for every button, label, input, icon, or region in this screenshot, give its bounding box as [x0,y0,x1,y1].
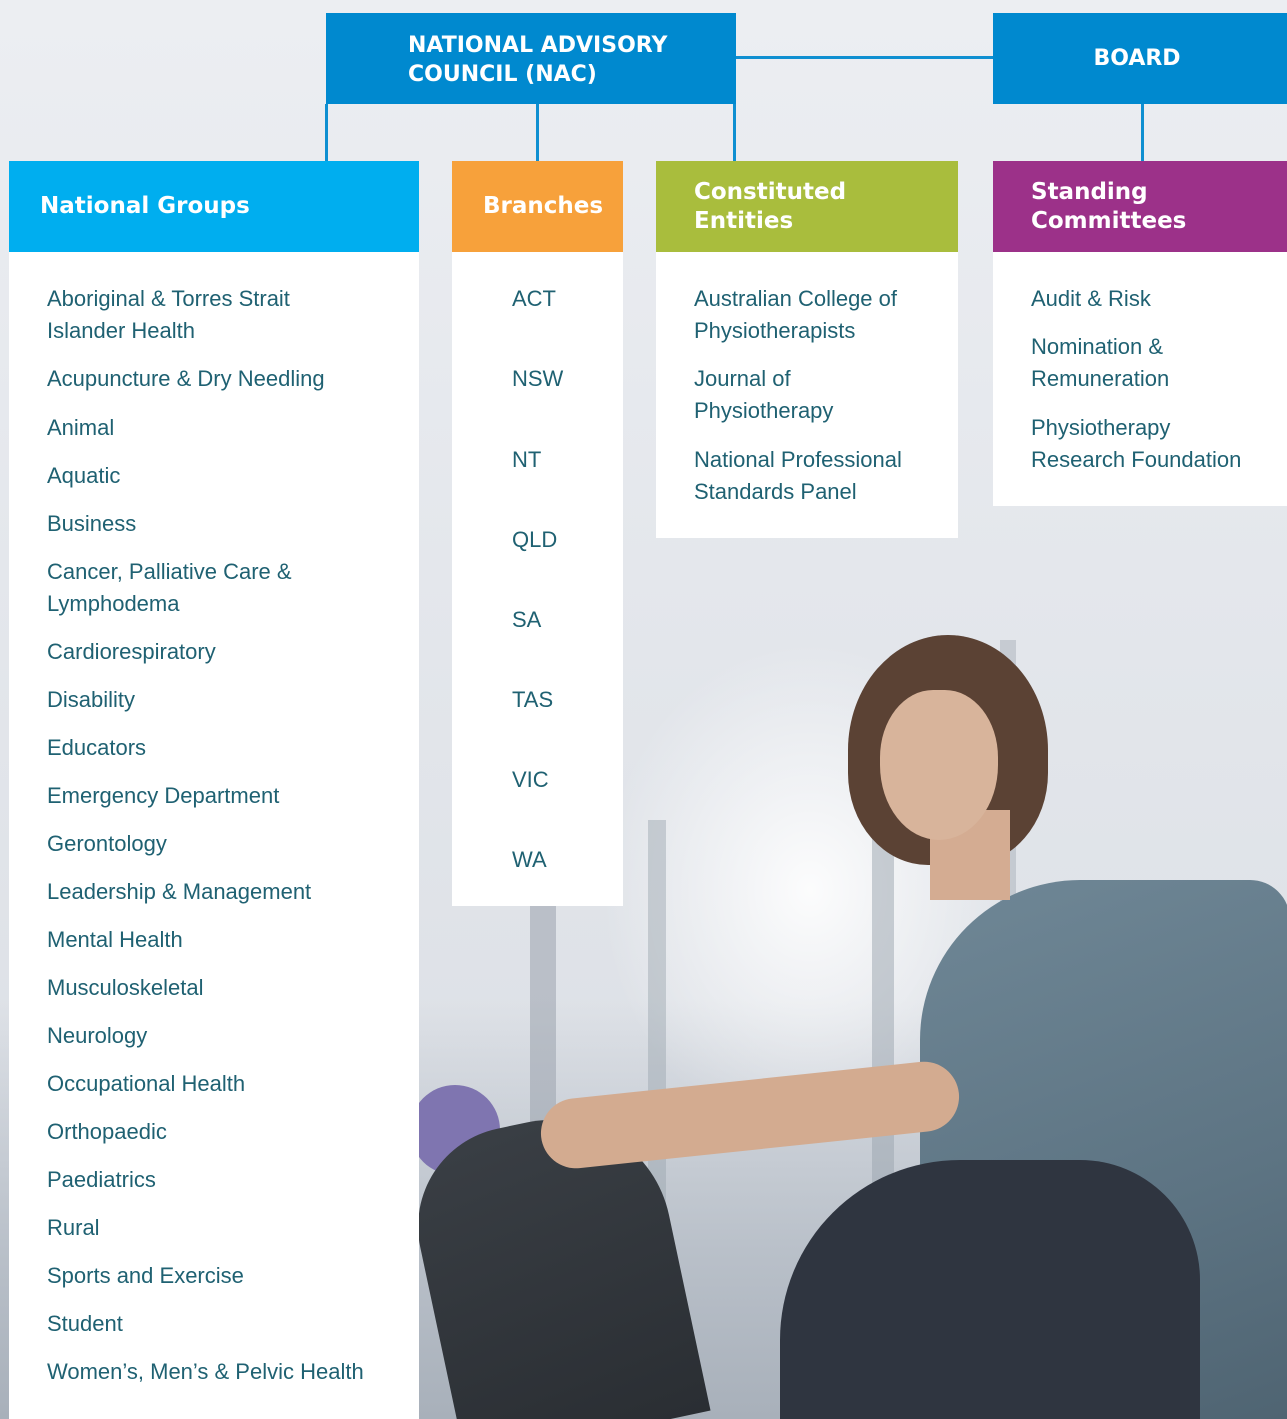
list-item: Women’s, Men’s & Pelvic Health [47,1359,364,1384]
list-item: Lymphodema [47,591,180,616]
connector-nac-constituted-entities [733,104,736,161]
list-item: Sports and Exercise [47,1263,244,1288]
standing-committees-column: Standing Committees Audit & Risk Nominat… [993,161,1287,506]
list-item: Physiotherapy [694,398,834,423]
list-item: Leadership & Management [47,879,312,904]
branches-title: Branches [483,193,604,219]
national-groups-column: National Groups Aboriginal & Torres Stra… [9,161,419,1419]
list-item: Acupuncture & Dry Needling [47,366,325,391]
board-title: BOARD [1093,46,1181,71]
list-item: Disability [47,687,136,712]
list-item: WA [512,847,547,872]
list-item: Occupational Health [47,1071,246,1096]
list-item: NSW [512,366,564,391]
list-item: Physiotherapists [694,318,856,343]
connector-nac-national-groups [325,104,328,161]
list-item: Student [47,1311,123,1336]
list-item: Rural [47,1215,100,1240]
branches-column: Branches ACT NSW NT QLD SA TAS VIC WA [452,161,623,906]
list-item: Aboriginal & Torres Strait [47,286,290,311]
list-item: Physiotherapy [1031,415,1171,440]
list-item: Nomination & [1031,334,1164,359]
national-groups-title: National Groups [40,193,250,219]
list-item: Australian College of [694,286,898,311]
standing-committees-header: Standing Committees [993,161,1287,252]
photo-therapist-face [880,690,998,840]
national-groups-header: National Groups [9,161,419,252]
connector-nac-branches [536,104,539,161]
list-item: TAS [512,687,554,712]
list-item: Mental Health [47,927,183,952]
list-item: QLD [512,527,558,552]
list-item: SA [512,607,542,632]
standing-committees-title-line1: Standing [1031,178,1148,205]
connector-board-standing-committees [1141,104,1144,161]
list-item: Gerontology [47,831,167,856]
board-box: BOARD [993,13,1287,104]
list-item: Islander Health [47,318,195,343]
nac-box: NATIONAL ADVISORY COUNCIL (NAC) [326,13,736,104]
constituted-entities-title-line2: Entities [694,207,794,234]
constituted-entities-header: Constituted Entities [656,161,958,252]
list-item: ACT [512,286,556,311]
list-item: Research Foundation [1031,447,1242,472]
list-item: Standards Panel [694,479,857,504]
list-item: Paediatrics [47,1167,156,1192]
list-item: VIC [512,767,549,792]
list-item: Business [47,511,137,536]
list-item: Neurology [47,1023,148,1048]
standing-committees-title-line2: Committees [1031,207,1187,234]
list-item: Journal of [694,366,791,391]
list-item: Animal [47,415,115,440]
list-item: Cancer, Palliative Care & [47,559,292,584]
nac-title-line1: NATIONAL ADVISORY [408,33,668,58]
list-item: Remuneration [1031,366,1170,391]
branches-header: Branches [452,161,623,252]
list-item: Musculoskeletal [47,975,204,1000]
connector-nac-board [736,56,993,59]
constituted-entities-title-line1: Constituted [694,178,847,205]
list-item: Emergency Department [47,783,280,808]
constituted-entities-column: Constituted Entities Australian College … [656,161,958,538]
list-item: Cardiorespiratory [47,639,216,664]
list-item: Audit & Risk [1031,286,1151,311]
list-item: Educators [47,735,147,760]
list-item: National Professional [694,447,902,472]
list-item: NT [512,447,542,472]
list-item: Aquatic [47,463,121,488]
list-item: Orthopaedic [47,1119,167,1144]
nac-title-line2: COUNCIL (NAC) [408,62,597,87]
